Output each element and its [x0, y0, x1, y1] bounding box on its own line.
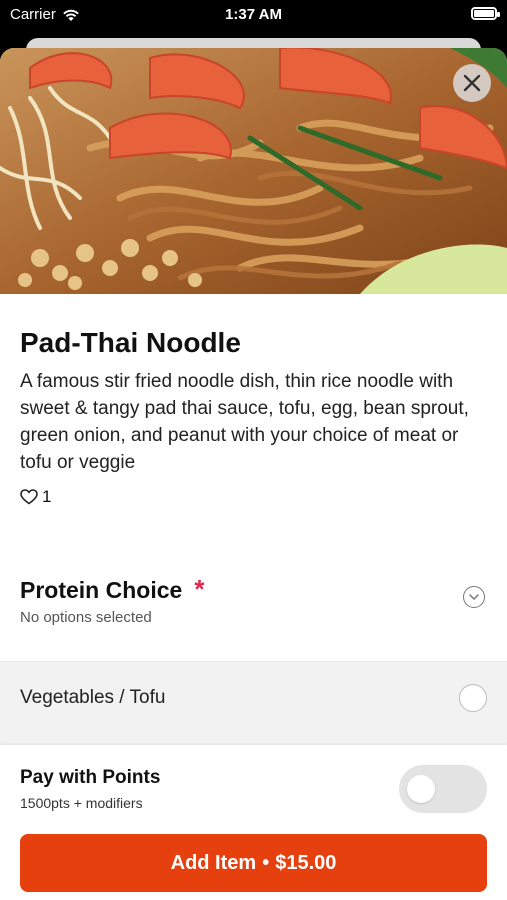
- status-bar: Carrier 1:37 AM: [0, 0, 507, 30]
- points-title: Pay with Points: [20, 767, 161, 788]
- required-indicator: *: [194, 574, 205, 604]
- points-toggle[interactable]: [399, 765, 487, 813]
- add-item-price: $15.00: [275, 851, 337, 874]
- option-label: Vegetables / Tofu: [20, 687, 166, 708]
- item-detail-sheet: Pad-Thai Noodle A famous stir fried nood…: [0, 48, 507, 900]
- item-description: A famous stir fried noodle dish, thin ri…: [20, 371, 469, 473]
- add-item-button[interactable]: Add Item • $15.00: [20, 834, 487, 892]
- option-radio[interactable]: [459, 684, 487, 712]
- toggle-knob: [407, 775, 435, 803]
- close-icon: [463, 74, 481, 92]
- add-item-label: Add Item: [170, 851, 257, 874]
- points-subtitle: 1500pts + modifiers: [20, 795, 143, 811]
- chevron-down-icon: [469, 594, 479, 601]
- bottom-bar: Pay with Points 1500pts + modifiers Add …: [0, 745, 507, 900]
- like-button[interactable]: 1: [20, 487, 51, 507]
- option-row[interactable]: Vegetables / Tofu: [0, 661, 507, 746]
- status-time: 1:37 AM: [225, 6, 282, 23]
- close-button[interactable]: [453, 64, 491, 102]
- like-count: 1: [42, 487, 52, 506]
- battery-icon: [471, 7, 500, 20]
- item-title: Pad-Thai Noodle: [20, 327, 241, 358]
- heart-icon: [20, 489, 38, 505]
- modifier-group-title: Protein Choice: [20, 577, 183, 603]
- modifier-group-subtitle: No options selected: [20, 609, 152, 626]
- expand-button[interactable]: [463, 586, 485, 608]
- add-item-separator: •: [262, 851, 270, 874]
- item-photo: [0, 48, 507, 294]
- modifier-group-header[interactable]: Protein Choice *: [20, 574, 204, 605]
